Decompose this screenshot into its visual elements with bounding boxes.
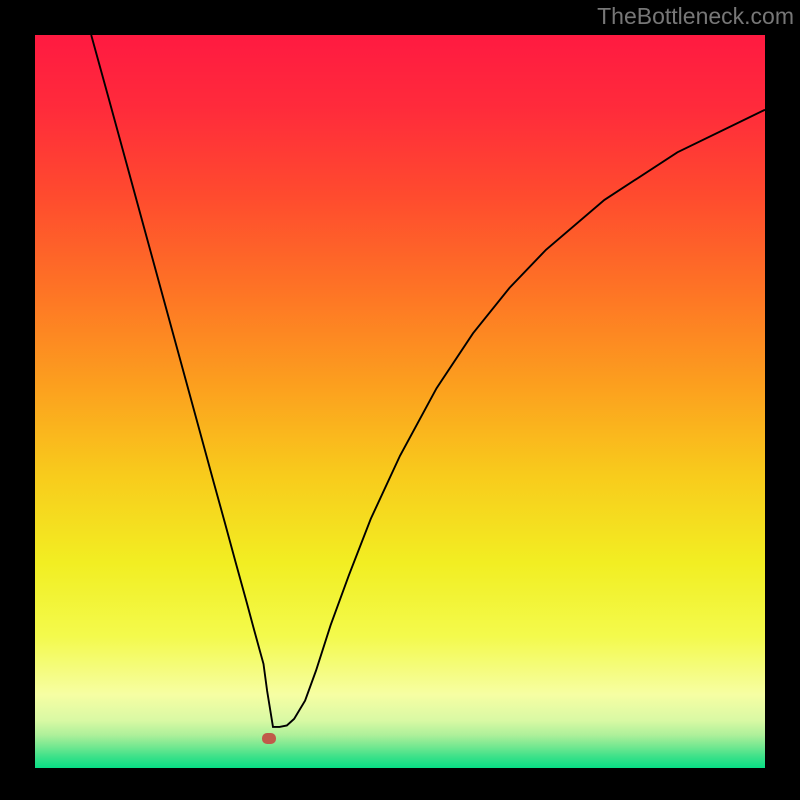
background-gradient	[35, 35, 765, 768]
optimal-point-marker	[262, 733, 276, 744]
watermark-text: TheBottleneck.com	[597, 3, 794, 30]
plot-area	[35, 35, 765, 768]
chart-frame: TheBottleneck.com	[0, 0, 800, 800]
